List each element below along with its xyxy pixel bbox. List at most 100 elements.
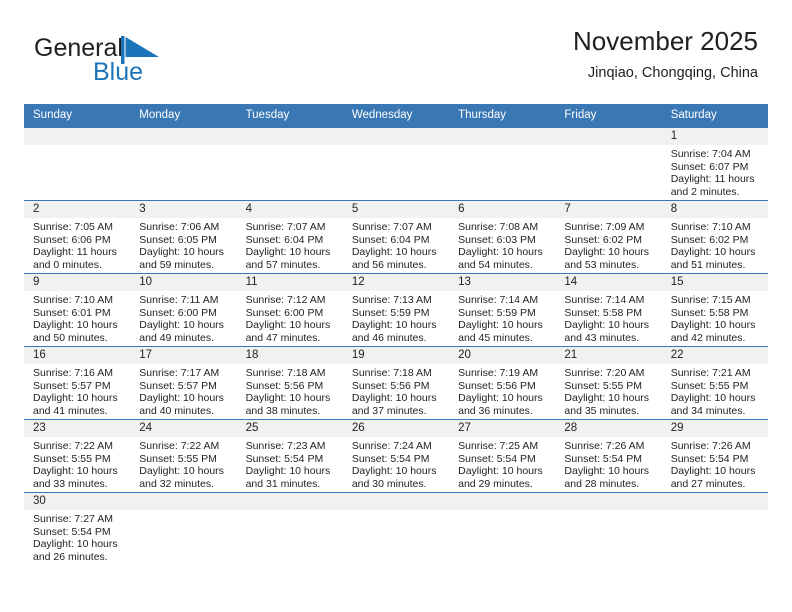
calendar-day-cell[interactable]: 24 Sunrise: 7:22 AM Sunset: 5:55 PM Dayligh… — [130, 419, 237, 493]
calendar-week-row: 23 Sunrise: 7:22 AM Sunset: 5:55 PM Dayligh… — [24, 419, 768, 493]
calendar-day-cell[interactable]: 27 Sunrise: 7:25 AM Sunset: 5:54 PM Dayligh… — [449, 419, 556, 493]
day-daylight-line1-text: Daylight: 10 hours — [351, 465, 437, 478]
logo-text-blue: Blue — [93, 58, 144, 86]
day-sunrise-text: Sunrise: 7:26 AM — [564, 440, 645, 452]
calendar-day-cell[interactable]: 2 Sunrise: 7:05 AM Sunset: 6:06 PM Daylight… — [24, 200, 131, 274]
day-number: 2 — [24, 201, 131, 218]
day-sunset-text: Sunset: 5:59 PM — [458, 306, 536, 319]
calendar-cell-empty — [555, 127, 662, 201]
day-daylight-line1-text: Daylight: 10 hours — [670, 319, 756, 332]
calendar-body: 1 Sunrise: 7:04 AM Sunset: 6:07 PM Daylight… — [24, 127, 768, 565]
day-daylight-line1-text: Daylight: 10 hours — [564, 392, 650, 405]
calendar-day-cell[interactable]: 30 Sunrise: 7:27 AM Sunset: 5:54 PM Dayligh… — [24, 492, 131, 565]
calendar-cell-empty — [342, 492, 450, 565]
calendar-day-cell[interactable]: 7 Sunrise: 7:09 AM Sunset: 6:02 PM Daylight… — [555, 200, 662, 274]
day-sunrise-text: Sunrise: 7:22 AM — [33, 440, 113, 452]
calendar-day-cell[interactable]: 15 Sunrise: 7:15 AM Sunset: 5:58 PM Dayligh… — [661, 273, 768, 347]
day-number: 4 — [236, 201, 343, 218]
day-number: 15 — [661, 274, 768, 291]
day-number: 17 — [130, 347, 237, 364]
calendar-page: General Blue November 2025 Jinqiao, Chon… — [0, 0, 792, 612]
day-daylight-line1-text: Daylight: 10 hours — [351, 246, 437, 259]
day-number: 5 — [342, 201, 450, 218]
day-daylight-line2-text: and 0 minutes. — [33, 258, 102, 271]
day-daylight-line2-text: and 31 minutes. — [245, 477, 321, 490]
calendar-day-cell[interactable]: 11 Sunrise: 7:12 AM Sunset: 6:00 PM Dayligh… — [236, 273, 343, 347]
calendar-day-cell[interactable]: 18 Sunrise: 7:18 AM Sunset: 5:56 PM Dayligh… — [236, 346, 343, 420]
calendar-cell-empty — [130, 492, 237, 565]
day-daylight-line2-text: and 53 minutes. — [564, 258, 640, 271]
day-daylight-line1-text: Daylight: 10 hours — [670, 392, 756, 405]
day-number: 1 — [661, 128, 768, 145]
calendar-day-cell[interactable]: 20 Sunrise: 7:19 AM Sunset: 5:56 PM Dayligh… — [449, 346, 556, 420]
day-sunrise-text: Sunrise: 7:15 AM — [670, 294, 751, 306]
day-details: Sunrise: 7:04 AM Sunset: 6:07 PM Daylight:… — [662, 145, 768, 198]
day-sunrise-text: Sunrise: 7:26 AM — [670, 440, 751, 452]
day-number: 27 — [449, 420, 556, 437]
day-sunrise-text: Sunrise: 7:18 AM — [245, 367, 326, 379]
calendar-cell-empty — [342, 127, 450, 201]
day-daylight-line2-text: and 50 minutes. — [33, 331, 108, 344]
calendar-day-cell[interactable]: 8 Sunrise: 7:10 AM Sunset: 6:02 PM Daylight… — [661, 200, 768, 274]
day-daylight-line1-text: Daylight: 10 hours — [139, 465, 224, 478]
day-daylight-line2-text: and 45 minutes. — [458, 331, 533, 344]
day-details: Sunrise: 7:16 AM Sunset: 5:57 PM Daylight:… — [24, 364, 130, 417]
calendar-day-cell[interactable]: 3 Sunrise: 7:06 AM Sunset: 6:05 PM Daylight… — [130, 200, 237, 274]
calendar-day-cell[interactable]: 19 Sunrise: 7:18 AM Sunset: 5:56 PM Dayligh… — [342, 346, 450, 420]
calendar-day-cell[interactable]: 12 Sunrise: 7:13 AM Sunset: 5:59 PM Dayligh… — [342, 273, 450, 347]
day-sunrise-text: Sunrise: 7:21 AM — [670, 367, 751, 379]
calendar-day-cell[interactable]: 10 Sunrise: 7:11 AM Sunset: 6:00 PM Dayligh… — [130, 273, 237, 347]
calendar-day-cell[interactable]: 25 Sunrise: 7:23 AM Sunset: 5:54 PM Dayligh… — [236, 419, 343, 493]
day-daylight-line2-text: and 38 minutes. — [245, 404, 321, 417]
day-sunrise-text: Sunrise: 7:25 AM — [458, 440, 539, 452]
calendar-day-cell[interactable]: 17 Sunrise: 7:17 AM Sunset: 5:57 PM Dayligh… — [130, 346, 237, 420]
day-details: Sunrise: 7:05 AM Sunset: 6:06 PM Daylight:… — [24, 218, 130, 271]
day-sunrise-text: Sunrise: 7:12 AM — [245, 294, 326, 306]
calendar-day-cell[interactable]: 9 Sunrise: 7:10 AM Sunset: 6:01 PM Daylight… — [24, 273, 131, 347]
day-sunset-text: Sunset: 5:54 PM — [351, 452, 430, 465]
page-header: General Blue November 2025 Jinqiao, Chon… — [24, 24, 768, 100]
day-daylight-line2-text: and 57 minutes. — [245, 258, 321, 271]
calendar-day-cell[interactable]: 16 Sunrise: 7:16 AM Sunset: 5:57 PM Dayligh… — [24, 346, 131, 420]
day-daylight-line1-text: Daylight: 10 hours — [670, 246, 756, 259]
calendar-day-cell[interactable]: 26 Sunrise: 7:24 AM Sunset: 5:54 PM Dayligh… — [342, 419, 450, 493]
calendar-day-cell[interactable]: 6 Sunrise: 7:08 AM Sunset: 6:03 PM Daylight… — [449, 200, 556, 274]
calendar-day-cell[interactable]: 14 Sunrise: 7:14 AM Sunset: 5:58 PM Dayligh… — [555, 273, 662, 347]
day-daylight-line2-text: and 2 minutes. — [670, 185, 740, 198]
day-details: Sunrise: 7:21 AM Sunset: 5:55 PM Daylight:… — [662, 364, 768, 417]
calendar-day-cell[interactable]: 28 Sunrise: 7:26 AM Sunset: 5:54 PM Dayligh… — [555, 419, 662, 493]
calendar-day-cell[interactable]: 23 Sunrise: 7:22 AM Sunset: 5:55 PM Dayligh… — [24, 419, 131, 493]
day-details: Sunrise: 7:10 AM Sunset: 6:02 PM Daylight:… — [662, 218, 768, 271]
day-number-band — [661, 493, 768, 510]
day-daylight-line2-text: and 37 minutes. — [351, 404, 427, 417]
day-details: Sunrise: 7:19 AM Sunset: 5:56 PM Daylight:… — [449, 364, 555, 417]
day-details: Sunrise: 7:26 AM Sunset: 5:54 PM Daylight:… — [662, 437, 768, 490]
calendar-day-cell[interactable]: 1 Sunrise: 7:04 AM Sunset: 6:07 PM Daylight… — [661, 127, 768, 201]
day-number: 10 — [130, 274, 237, 291]
day-sunset-text: Sunset: 5:57 PM — [33, 379, 111, 392]
day-sunset-text: Sunset: 5:54 PM — [458, 452, 536, 465]
weekday-header-wednesday: Wednesday — [342, 104, 450, 128]
day-sunrise-text: Sunrise: 7:10 AM — [33, 294, 113, 306]
day-daylight-line2-text: and 34 minutes. — [670, 404, 746, 417]
calendar-day-cell[interactable]: 29 Sunrise: 7:26 AM Sunset: 5:54 PM Dayligh… — [661, 419, 768, 493]
day-sunset-text: Sunset: 6:02 PM — [670, 233, 749, 246]
calendar-day-cell[interactable]: 21 Sunrise: 7:20 AM Sunset: 5:55 PM Dayligh… — [555, 346, 662, 420]
calendar-day-cell[interactable]: 22 Sunrise: 7:21 AM Sunset: 5:55 PM Dayligh… — [661, 346, 768, 420]
calendar-cell-empty — [236, 127, 343, 201]
day-number: 18 — [236, 347, 343, 364]
day-details: Sunrise: 7:17 AM Sunset: 5:57 PM Daylight:… — [130, 364, 236, 417]
day-daylight-line2-text: and 47 minutes. — [245, 331, 321, 344]
day-number: 9 — [24, 274, 131, 291]
general-blue-logo[interactable]: General Blue — [34, 34, 234, 92]
day-daylight-line1-text: Daylight: 10 hours — [245, 319, 331, 332]
calendar-day-cell[interactable]: 5 Sunrise: 7:07 AM Sunset: 6:04 PM Daylight… — [342, 200, 450, 274]
day-number-band — [449, 493, 556, 510]
day-daylight-line2-text: and 42 minutes. — [670, 331, 746, 344]
day-daylight-line1-text: Daylight: 10 hours — [564, 246, 650, 259]
calendar-day-cell[interactable]: 4 Sunrise: 7:07 AM Sunset: 6:04 PM Daylight… — [236, 200, 343, 274]
day-daylight-line2-text: and 41 minutes. — [33, 404, 108, 417]
day-daylight-line1-text: Daylight: 10 hours — [33, 465, 118, 478]
calendar-day-cell[interactable]: 13 Sunrise: 7:14 AM Sunset: 5:59 PM Dayligh… — [449, 273, 556, 347]
day-details: Sunrise: 7:14 AM Sunset: 5:59 PM Daylight:… — [449, 291, 555, 344]
